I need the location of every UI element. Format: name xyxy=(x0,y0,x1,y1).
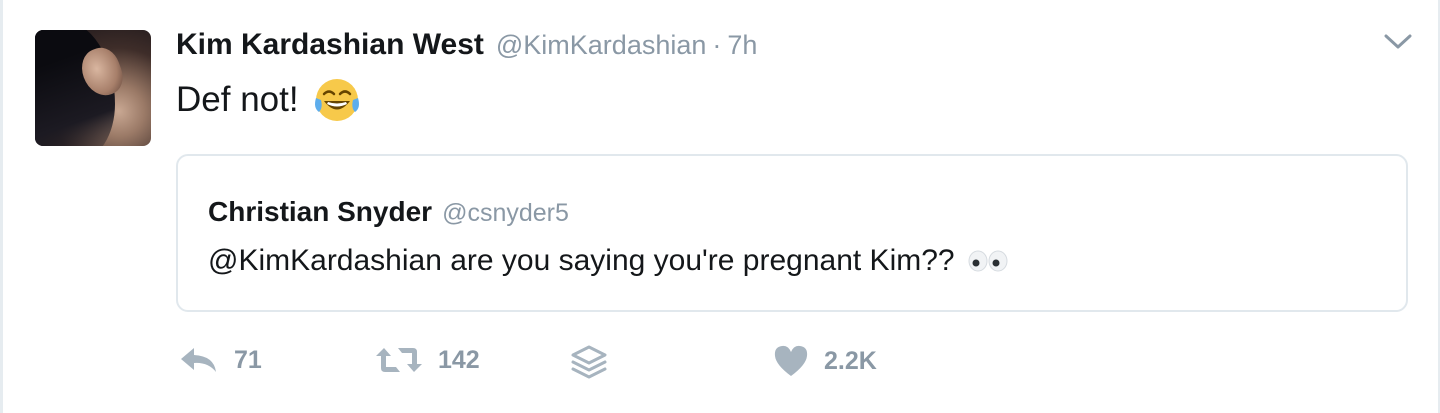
tweet-header: Kim Kardashian West @KimKardashian · 7h xyxy=(176,28,757,68)
retweet-icon xyxy=(376,348,422,372)
retweet-count: 142 xyxy=(438,345,480,374)
like-button[interactable]: 2.2K xyxy=(772,344,877,378)
quoted-author-handle: @csnyder5 xyxy=(442,199,569,227)
stack-icon xyxy=(571,345,607,379)
author-handle[interactable]: @KimKardashian xyxy=(496,30,707,61)
chevron-down-icon[interactable] xyxy=(1382,30,1414,54)
like-count: 2.2K xyxy=(824,346,877,375)
quoted-tweet-text: @KimKardashian are you saying you're pre… xyxy=(208,244,1009,278)
header-separator: · xyxy=(712,30,722,60)
tweet-text: Def not! xyxy=(176,76,361,124)
eyes-icon xyxy=(968,250,1008,272)
tweet-timestamp[interactable]: 7h xyxy=(727,30,757,61)
reply-count: 71 xyxy=(234,345,262,374)
reply-icon xyxy=(181,348,216,372)
retweet-button[interactable]: 142 xyxy=(374,344,480,376)
moments-button[interactable] xyxy=(570,344,608,382)
reply-button[interactable]: 71 xyxy=(178,344,262,376)
author-avatar[interactable] xyxy=(35,30,151,146)
timeline-left-border xyxy=(0,0,3,413)
face-with-tears-of-joy-icon xyxy=(314,79,359,121)
quoted-tweet-body: @KimKardashian are you saying you're pre… xyxy=(208,244,955,277)
tweet-body: Def not! xyxy=(176,80,299,119)
quoted-tweet-card[interactable]: Christian Snyder @csnyder5 @KimKardashia… xyxy=(176,154,1408,312)
quoted-author-name: Christian Snyder xyxy=(208,196,433,227)
author-name[interactable]: Kim Kardashian West xyxy=(176,28,484,62)
quoted-tweet-header: Christian Snyder @csnyder5 xyxy=(208,196,569,228)
tweet-actions: 71 142 2.2K xyxy=(178,344,938,388)
heart-icon xyxy=(774,345,808,376)
